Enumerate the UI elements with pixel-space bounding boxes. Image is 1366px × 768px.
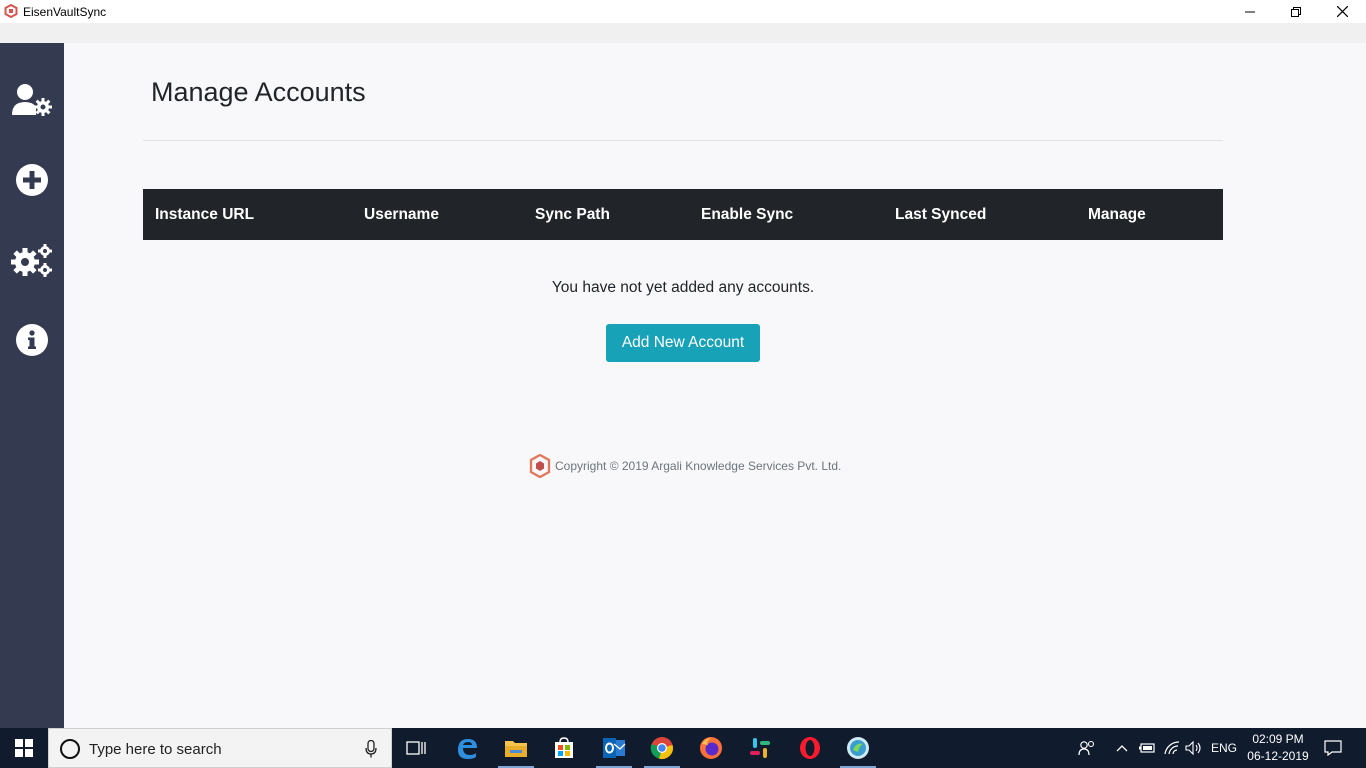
title-divider <box>143 140 1223 141</box>
action-center-button[interactable] <box>1318 728 1348 768</box>
app-logo-icon <box>4 4 18 18</box>
firefox-icon <box>700 737 722 759</box>
clock-date: 06-12-2019 <box>1247 749 1309 763</box>
taskbar-eisenvaultsync[interactable] <box>834 728 882 768</box>
taskbar-firefox[interactable] <box>687 728 735 768</box>
title-bar: EisenVaultSync <box>0 0 1366 23</box>
battery-button[interactable] <box>1136 728 1158 768</box>
taskbar-edge[interactable] <box>443 728 491 768</box>
eisenvaultsync-app-icon <box>847 737 869 759</box>
taskbar-chrome[interactable] <box>638 728 686 768</box>
chrome-icon <box>650 737 673 759</box>
task-view-button[interactable] <box>392 728 440 768</box>
volume-button[interactable] <box>1184 728 1204 768</box>
taskbar-opera[interactable] <box>786 728 834 768</box>
column-header-sync-path: Sync Path <box>535 206 610 223</box>
task-view-icon <box>406 741 426 755</box>
copyright-text: Copyright © 2019 Argali Knowledge Servic… <box>555 459 842 473</box>
menu-strip <box>0 23 1366 43</box>
notification-icon <box>1324 740 1342 756</box>
sidebar-item-manage-accounts[interactable] <box>0 70 64 130</box>
search-placeholder: Type here to search <box>89 741 222 758</box>
clock-time: 02:09 PM <box>1252 732 1304 746</box>
people-button[interactable] <box>1076 728 1098 768</box>
sidebar-item-about[interactable] <box>0 310 64 370</box>
accounts-table-header: Instance URL Username Sync Path Enable S… <box>143 189 1223 240</box>
start-button[interactable] <box>0 728 48 768</box>
slack-icon <box>750 738 770 758</box>
user-gear-icon <box>12 84 52 116</box>
minimize-button[interactable] <box>1227 0 1273 23</box>
close-icon <box>1336 6 1348 17</box>
window-title: EisenVaultSync <box>23 5 107 19</box>
folder-icon <box>505 741 527 757</box>
argali-logo-icon <box>529 454 551 478</box>
battery-icon <box>1139 743 1155 753</box>
taskbar-outlook[interactable] <box>590 728 638 768</box>
column-header-manage: Manage <box>1088 206 1146 223</box>
main-content: Manage Accounts Instance URL Username Sy… <box>64 43 1366 728</box>
speaker-icon <box>1185 741 1201 755</box>
edge-icon <box>458 739 477 759</box>
column-header-username: Username <box>364 206 439 223</box>
outlook-icon <box>603 738 626 758</box>
network-button[interactable] <box>1162 728 1182 768</box>
plus-circle-icon <box>16 164 48 196</box>
language-indicator[interactable]: ENG <box>1208 728 1240 768</box>
column-header-last-synced: Last Synced <box>895 206 987 223</box>
page-title: Manage Accounts <box>151 77 366 107</box>
windows-logo-icon <box>15 739 33 757</box>
column-header-enable-sync: Enable Sync <box>701 206 794 223</box>
empty-accounts-message: You have not yet added any accounts. <box>551 279 815 296</box>
close-button[interactable] <box>1319 0 1365 23</box>
column-header-instance-url: Instance URL <box>155 206 255 223</box>
opera-icon <box>800 737 820 759</box>
store-icon <box>555 737 573 758</box>
sidebar-item-add-account[interactable] <box>0 150 64 210</box>
chevron-up-icon <box>1116 745 1128 752</box>
footer: Copyright © 2019 Argali Knowledge Servic… <box>529 453 841 479</box>
taskbar-file-explorer[interactable] <box>492 728 540 768</box>
taskbar-search-box[interactable]: Type here to search <box>48 728 392 768</box>
show-hidden-icons-button[interactable] <box>1112 728 1132 768</box>
restore-button[interactable] <box>1273 0 1319 23</box>
add-new-account-button[interactable]: Add New Account <box>606 324 760 362</box>
gears-icon <box>11 244 52 277</box>
taskbar-slack[interactable] <box>736 728 784 768</box>
restore-icon <box>1291 6 1301 17</box>
taskbar: Type here to search ENG 02:09 PM 06-12-2… <box>0 728 1366 768</box>
people-icon <box>1078 740 1095 756</box>
wifi-icon <box>1164 741 1180 755</box>
taskbar-store[interactable] <box>540 728 588 768</box>
sidebar <box>0 43 64 728</box>
taskbar-clock[interactable]: 02:09 PM 06-12-2019 <box>1240 731 1316 765</box>
cortana-icon <box>60 739 80 759</box>
minimize-icon <box>1245 11 1255 12</box>
sidebar-item-settings[interactable] <box>0 230 64 290</box>
microphone-icon[interactable] <box>365 740 377 758</box>
info-circle-icon <box>16 324 48 356</box>
